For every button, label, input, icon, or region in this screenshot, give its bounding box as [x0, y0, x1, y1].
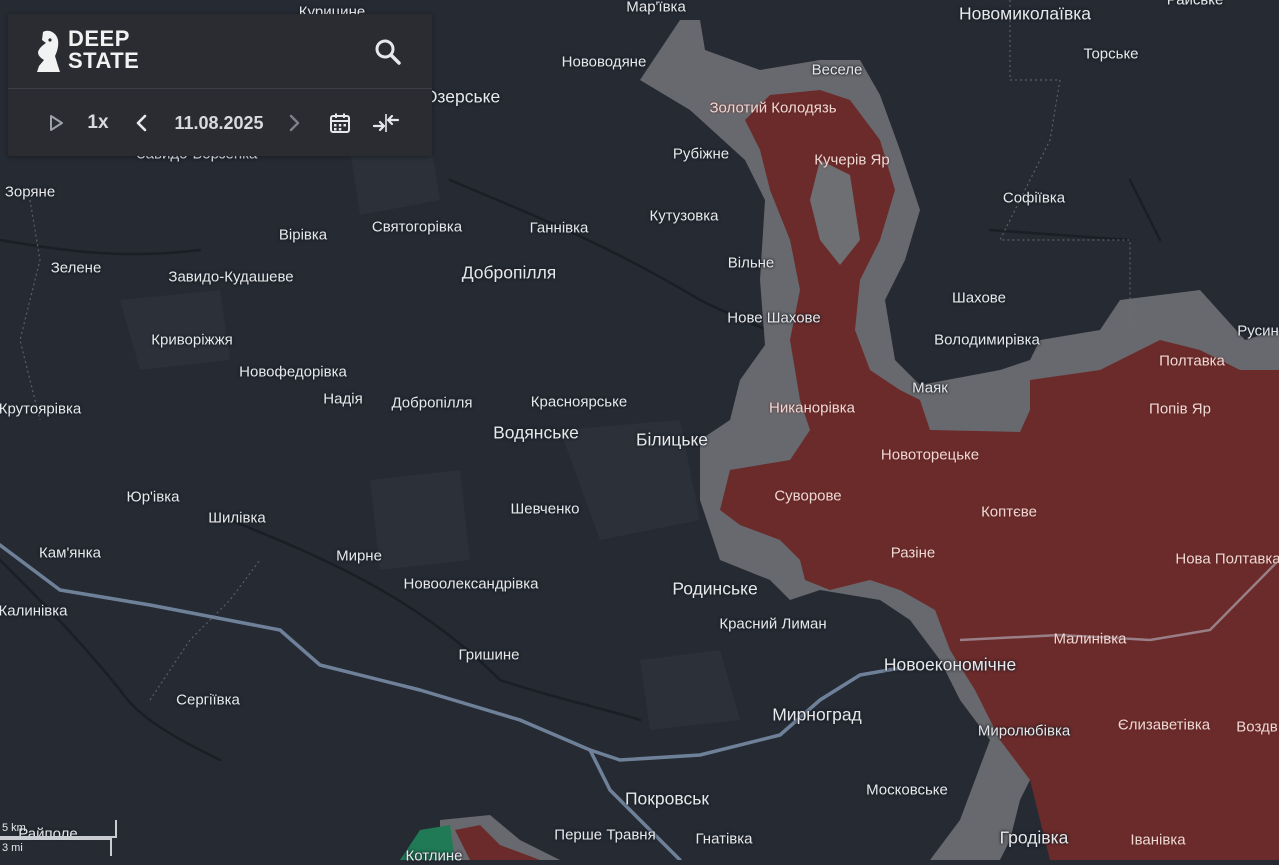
- place-label[interactable]: Покровськ: [625, 789, 709, 810]
- place-label[interactable]: Нова Полтавка: [1175, 551, 1279, 568]
- chevron-left-icon: [136, 114, 147, 132]
- place-label[interactable]: Вірівка: [279, 227, 327, 244]
- place-label[interactable]: Іванівка: [1130, 832, 1185, 849]
- place-label[interactable]: Вільне: [728, 255, 775, 272]
- place-label[interactable]: Нововодяне: [562, 54, 647, 71]
- place-label[interactable]: Никанорівка: [769, 400, 855, 417]
- scale-line-mi: [0, 838, 112, 840]
- scale-tick-mi: [110, 838, 112, 856]
- place-label[interactable]: Мирноград: [772, 705, 862, 726]
- place-label[interactable]: Рубіжне: [673, 146, 729, 163]
- place-label[interactable]: Московське: [866, 782, 948, 799]
- panel-header: DEEP STATE: [8, 14, 432, 89]
- chevron-right-icon: [289, 114, 300, 132]
- place-label[interactable]: Водянське: [493, 423, 579, 444]
- place-label[interactable]: Кучерів Яр: [814, 152, 889, 169]
- place-label[interactable]: Криворіжжя: [151, 332, 232, 349]
- speed-button[interactable]: 1x: [84, 109, 112, 137]
- place-label[interactable]: Малинівка: [1054, 631, 1127, 648]
- toolbar-panel: DEEP STATE 1x 11.08.2025: [8, 14, 432, 156]
- place-label[interactable]: Красний Лиман: [719, 616, 826, 633]
- place-label[interactable]: Озерське: [424, 87, 500, 108]
- place-label[interactable]: Шилівка: [208, 510, 265, 527]
- place-label[interactable]: Мирне: [336, 548, 382, 565]
- place-label[interactable]: Добропілля: [462, 263, 557, 284]
- calendar-button[interactable]: [326, 109, 354, 137]
- place-label[interactable]: Кам'янка: [39, 545, 101, 562]
- place-label[interactable]: Коптєве: [981, 504, 1037, 521]
- place-label[interactable]: Родинське: [672, 579, 757, 600]
- place-label[interactable]: Новоолександрівка: [404, 576, 539, 593]
- collapse-arrows-icon: [372, 114, 400, 132]
- place-label[interactable]: Полтавка: [1159, 353, 1225, 370]
- place-label[interactable]: Білицьке: [636, 430, 708, 451]
- place-label[interactable]: Русин: [1237, 323, 1279, 340]
- search-icon: [375, 39, 401, 65]
- place-label[interactable]: Софіївка: [1003, 190, 1065, 207]
- place-label[interactable]: Калинівка: [0, 603, 68, 620]
- place-label[interactable]: Завидо-Кудашеве: [168, 269, 293, 286]
- place-label[interactable]: Попів Яр: [1149, 401, 1211, 418]
- scale-tick-km: [115, 820, 117, 838]
- place-label[interactable]: Гришине: [458, 647, 519, 664]
- place-label[interactable]: Нове Шахове: [727, 310, 820, 327]
- previous-date-button[interactable]: [130, 109, 154, 137]
- search-button[interactable]: [372, 36, 404, 68]
- timeline-controls: 1x 11.08.2025: [8, 89, 432, 156]
- place-label[interactable]: Єлизаветівка: [1118, 717, 1210, 734]
- place-label[interactable]: Сергіївка: [176, 692, 240, 709]
- place-label[interactable]: Шахове: [952, 290, 1006, 307]
- place-label[interactable]: Новофедорівка: [239, 364, 347, 381]
- place-label[interactable]: Перше Травня: [554, 827, 655, 844]
- place-label[interactable]: Разіне: [891, 545, 936, 562]
- place-label[interactable]: Котлине: [405, 848, 462, 865]
- place-label[interactable]: Суворове: [774, 488, 841, 505]
- place-label[interactable]: Воздв: [1236, 719, 1277, 736]
- calendar-icon: [330, 113, 350, 133]
- place-label[interactable]: Райське: [1167, 0, 1224, 9]
- place-label[interactable]: Зелене: [51, 260, 102, 277]
- place-label[interactable]: Юр'івка: [127, 489, 180, 506]
- place-label[interactable]: Ганнівка: [530, 220, 589, 237]
- place-label[interactable]: Торське: [1083, 46, 1138, 63]
- scale-km-label: 5 km: [2, 822, 26, 834]
- place-label[interactable]: Золотий Колодязь: [709, 100, 836, 117]
- place-label[interactable]: Крутоярівка: [0, 401, 81, 418]
- logo-line-2: STATE: [68, 48, 140, 73]
- place-label[interactable]: Веселе: [812, 62, 863, 79]
- place-label[interactable]: Володимирівка: [934, 332, 1040, 349]
- place-label[interactable]: Добропілля: [391, 395, 472, 412]
- place-label[interactable]: Надія: [323, 391, 362, 408]
- place-label[interactable]: Святогорівка: [372, 219, 462, 236]
- logo-line-1: DEEP: [68, 26, 130, 51]
- place-label[interactable]: Гродівка: [1000, 828, 1069, 849]
- place-label[interactable]: Новоекономічне: [884, 655, 1016, 676]
- next-date-button[interactable]: [282, 109, 306, 137]
- chess-knight-icon: [37, 30, 60, 72]
- scale-bar: 5 km 3 mi: [0, 818, 120, 860]
- collapse-button[interactable]: [370, 109, 402, 137]
- current-date[interactable]: 11.08.2025: [168, 109, 270, 137]
- place-label[interactable]: Миролюбівка: [978, 723, 1070, 740]
- play-icon: [50, 115, 63, 131]
- place-label[interactable]: Новоторецьке: [881, 447, 979, 464]
- place-label[interactable]: Маяк: [912, 380, 948, 397]
- place-label[interactable]: Гнатівка: [696, 831, 753, 848]
- place-label[interactable]: Кутузовка: [649, 208, 718, 225]
- deepstate-logo[interactable]: DEEP STATE: [34, 26, 154, 76]
- place-label[interactable]: Красноярське: [531, 394, 627, 411]
- place-label[interactable]: Мар'ївка: [626, 0, 686, 16]
- play-button[interactable]: [42, 109, 70, 137]
- logo-text: DEEP STATE: [68, 28, 139, 72]
- place-label[interactable]: Шевченко: [511, 501, 580, 518]
- place-label[interactable]: Зоряне: [5, 184, 55, 201]
- place-label[interactable]: Новомиколаївка: [959, 4, 1091, 25]
- scale-mi-label: 3 mi: [2, 842, 23, 854]
